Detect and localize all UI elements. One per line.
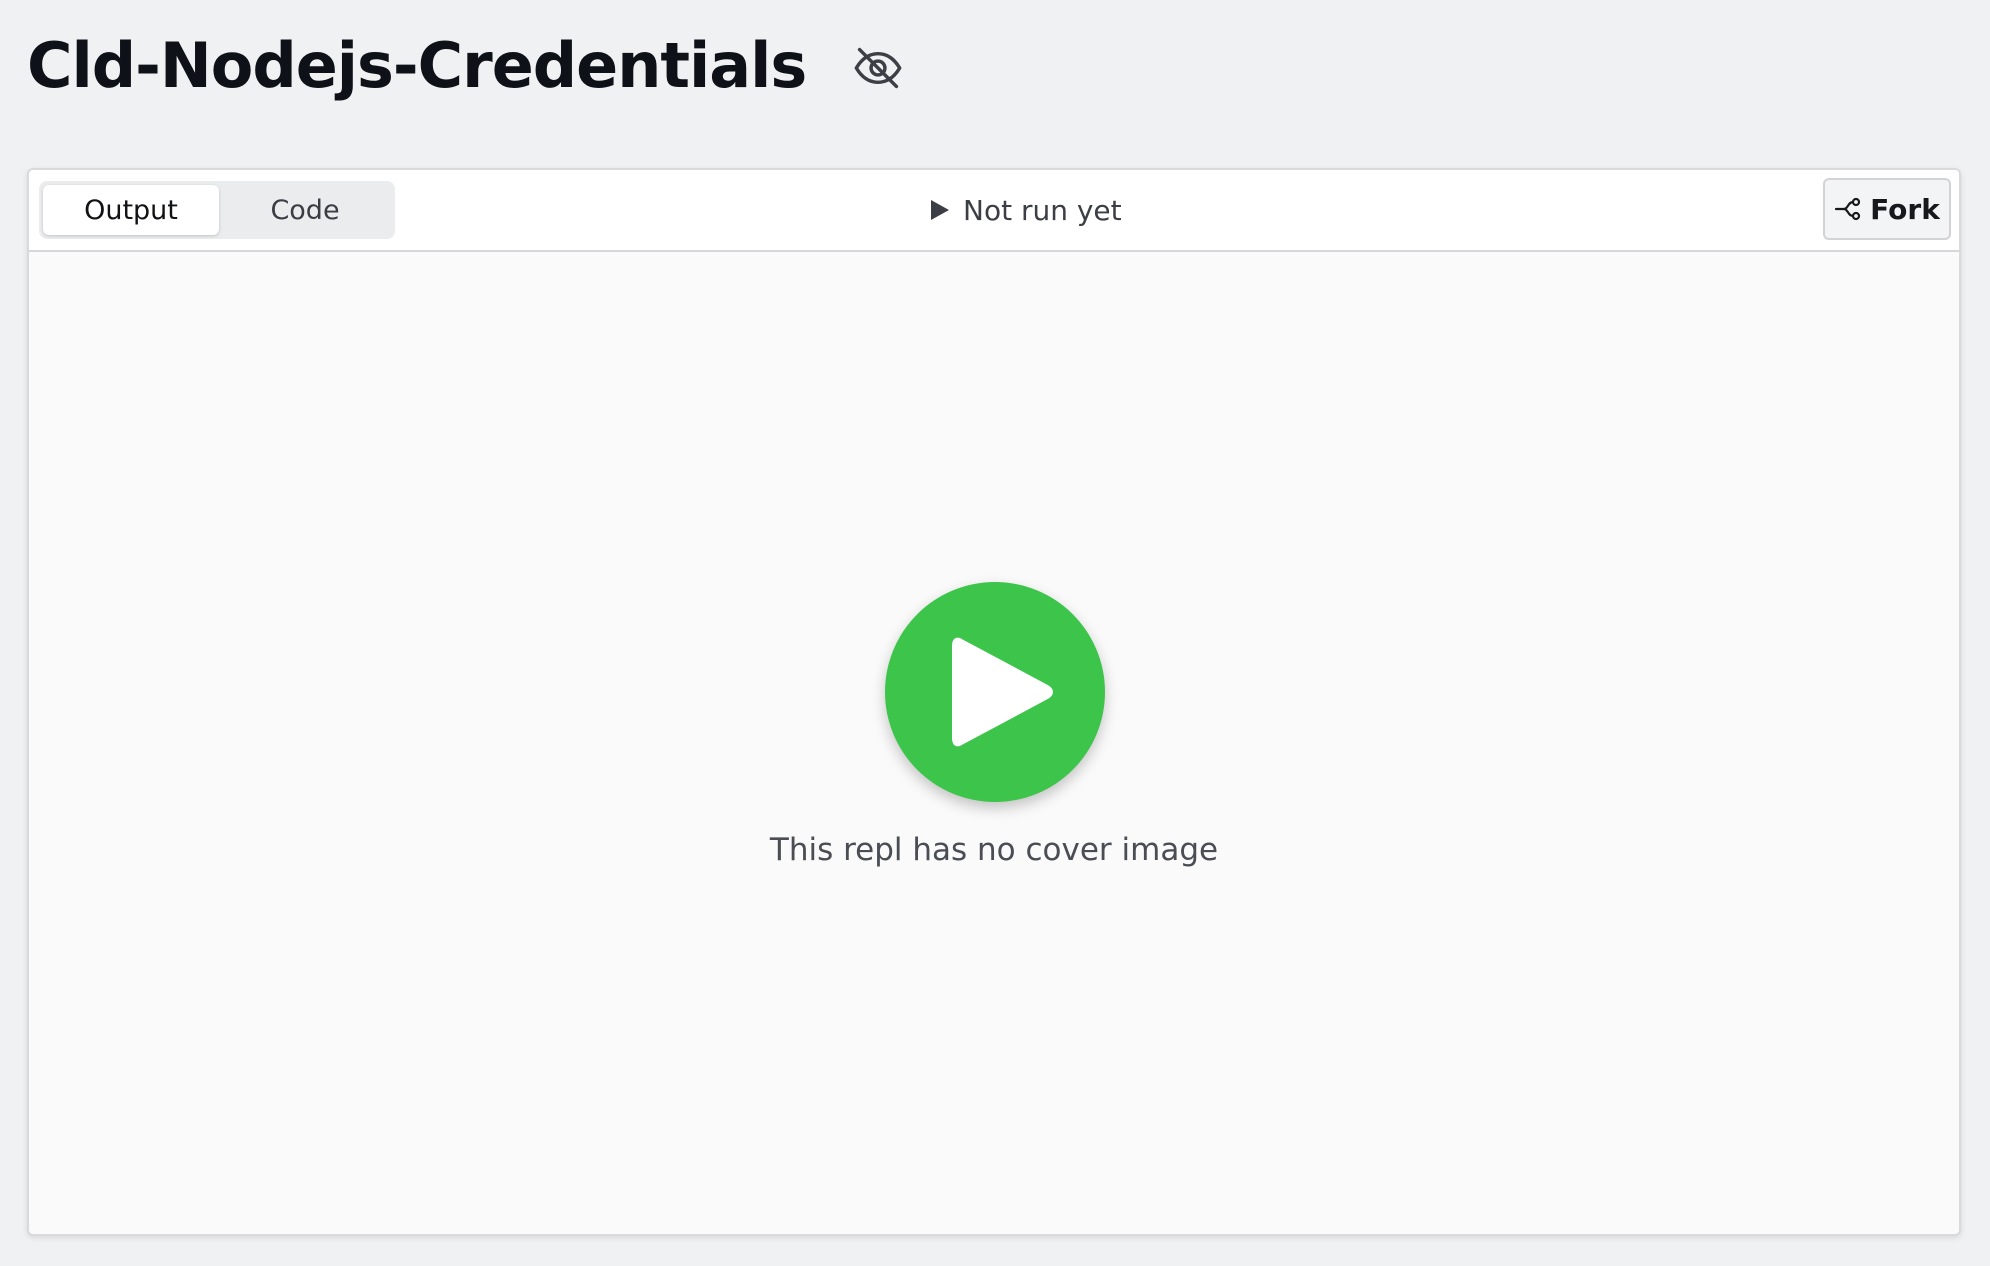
title-row: Cld-Nodejs-Credentials bbox=[27, 22, 904, 108]
repl-card: Output Code Not run yet Fork This repl h… bbox=[27, 168, 1961, 1236]
fork-icon bbox=[1834, 195, 1862, 223]
play-icon bbox=[929, 198, 951, 222]
view-tabs: Output Code bbox=[39, 181, 395, 239]
run-button[interactable] bbox=[885, 582, 1105, 802]
toolbar: Output Code Not run yet Fork bbox=[29, 170, 1959, 252]
page-title: Cld-Nodejs-Credentials bbox=[27, 28, 807, 102]
tab-output[interactable]: Output bbox=[43, 185, 219, 235]
fork-label: Fork bbox=[1870, 192, 1940, 226]
fork-button[interactable]: Fork bbox=[1823, 178, 1951, 240]
output-area: This repl has no cover image bbox=[29, 252, 1959, 1234]
page: Cld-Nodejs-Credentials Output Code Not r… bbox=[0, 0, 1990, 1266]
play-icon bbox=[947, 632, 1057, 752]
tab-code[interactable]: Code bbox=[219, 185, 391, 235]
run-status: Not run yet bbox=[929, 170, 1122, 250]
no-cover-message: This repl has no cover image bbox=[769, 832, 1219, 868]
run-status-text: Not run yet bbox=[963, 193, 1122, 227]
eye-slash-icon[interactable] bbox=[852, 42, 904, 94]
